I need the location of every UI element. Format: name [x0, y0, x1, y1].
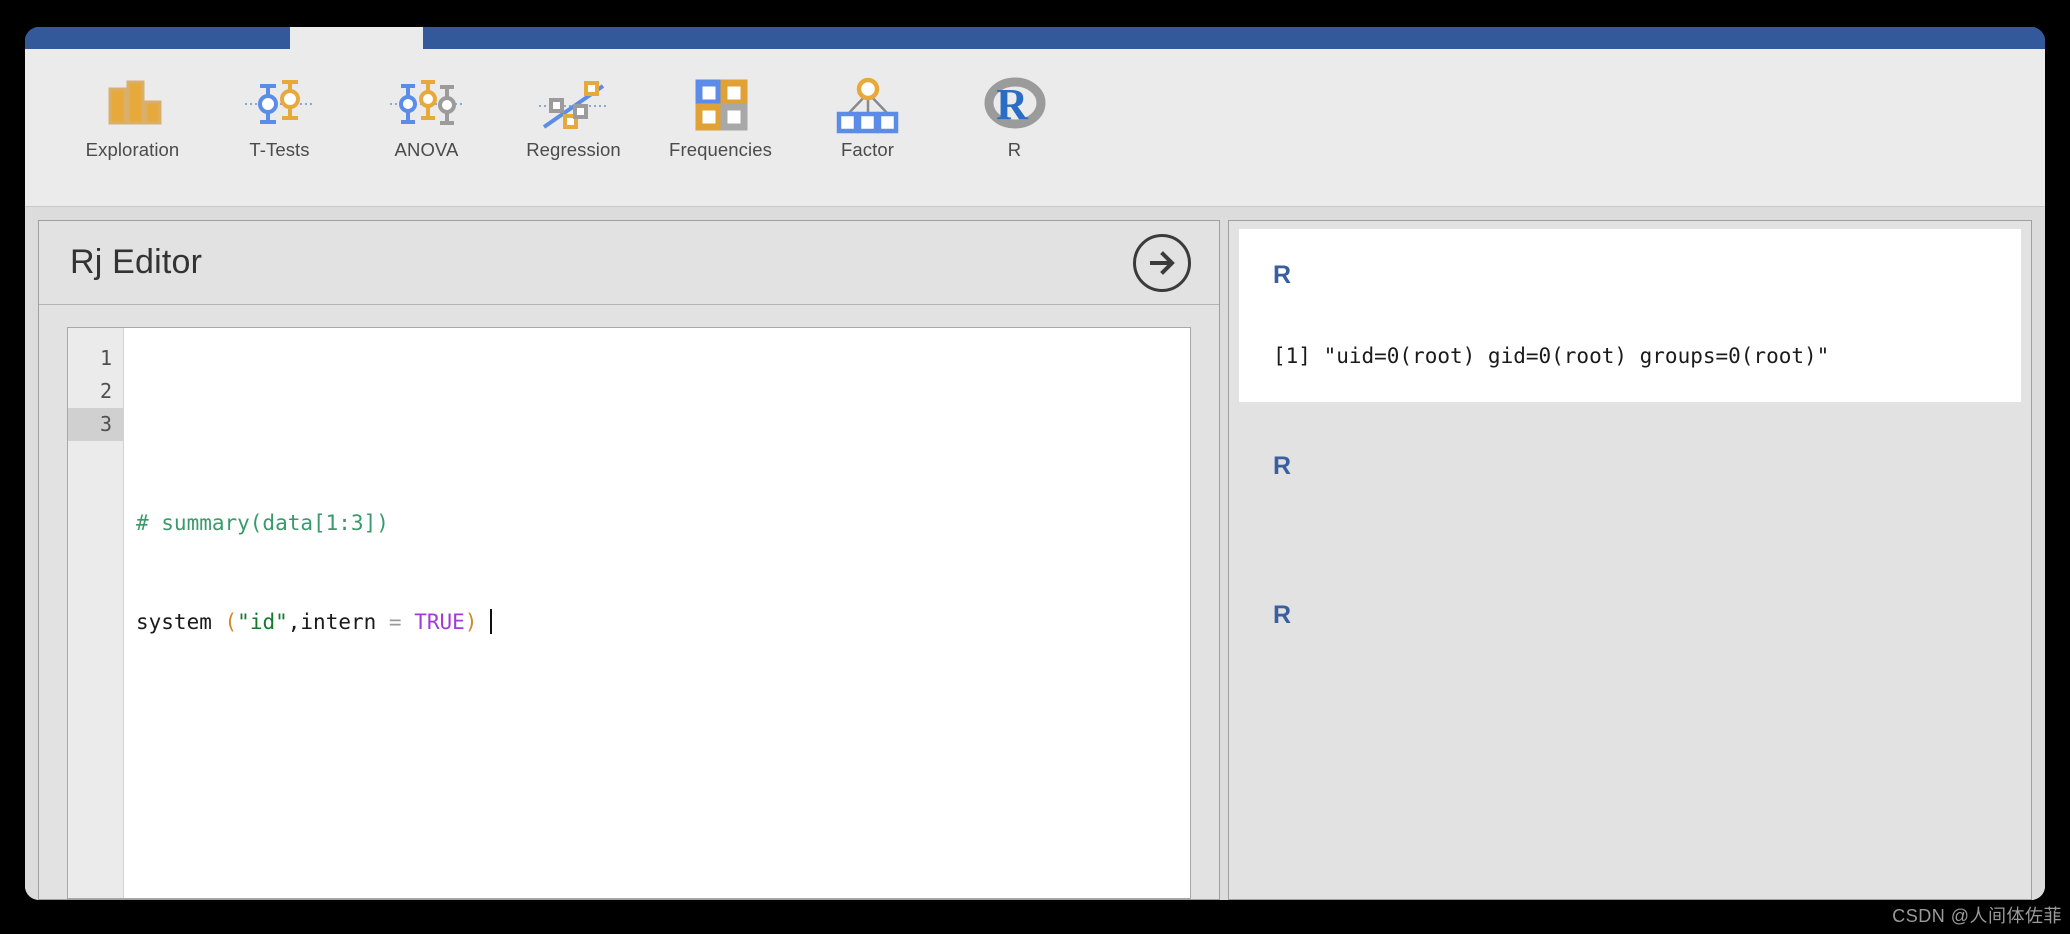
code-editor[interactable]: 1 2 3 # summary(data[1:3]) system ("id",… — [67, 327, 1191, 899]
tab-strip-active-tab[interactable] — [290, 27, 423, 49]
page-title: Rj Editor — [70, 243, 203, 281]
jamovi-window: Exploration T-Tests ANOVA Regression Fre… — [25, 27, 2045, 900]
results-pane: R [1] "uid=0(root) gid=0(root) groups=0(… — [1220, 207, 2045, 900]
result-output: [1] "uid=0(root) gid=0(root) groups=0(ro… — [1273, 344, 1830, 368]
code-text-area[interactable]: # summary(data[1:3]) system ("id",intern… — [124, 328, 1190, 898]
analyses-ribbon: Exploration T-Tests ANOVA Regression Fre… — [25, 49, 2045, 207]
regression-icon — [537, 73, 611, 135]
ribbon-item-regression[interactable]: Regression — [500, 73, 647, 165]
ribbon-item-label: ANOVA — [394, 139, 459, 160]
code-constant-true: TRUE — [414, 610, 465, 634]
code-open-paren: ( — [224, 610, 238, 634]
ribbon-item-label: R — [1007, 139, 1022, 160]
tab-strip-left-segment[interactable] — [25, 27, 290, 49]
main-content: Rj Editor 1 2 3 # summary(data[1:3]) sys… — [25, 207, 2045, 900]
line-number-gutter: 1 2 3 — [68, 328, 124, 898]
text-caret — [490, 609, 493, 634]
factor-icon — [831, 73, 905, 135]
ribbon-item-t-tests[interactable]: T-Tests — [206, 73, 353, 165]
code-line-3: system ("id",intern = TRUE) — [136, 606, 1190, 639]
code-function-name: system — [136, 610, 225, 634]
results-panel[interactable]: R [1] "uid=0(root) gid=0(root) groups=0(… — [1228, 220, 2032, 900]
svg-text:R: R — [996, 80, 1029, 129]
code-string-literal: "id" — [237, 610, 288, 634]
code-assign-operator: = — [388, 610, 415, 634]
result-heading: R — [1273, 452, 1292, 480]
ribbon-tab-strip[interactable] — [25, 27, 2045, 49]
t-tests-icon — [243, 73, 317, 135]
code-comment: # summary(data[1:3]) — [136, 511, 389, 535]
ribbon-item-label: T-Tests — [249, 139, 310, 160]
frequencies-icon — [684, 73, 758, 135]
result-block-1[interactable]: R [1] "uid=0(root) gid=0(root) groups=0(… — [1239, 229, 2021, 402]
code-comma: , — [287, 610, 301, 634]
ribbon-item-label: Frequencies — [669, 139, 772, 160]
ribbon-item-r[interactable]: R R — [941, 73, 1088, 165]
anova-icon — [389, 73, 464, 135]
watermark: CSDN @人间体佐菲 — [1892, 906, 2062, 926]
arrow-right-circle-icon[interactable] — [1133, 233, 1191, 292]
ribbon-item-label: Factor — [840, 139, 895, 160]
tab-strip-right-segment[interactable] — [423, 27, 2045, 49]
code-close-paren: ) — [464, 610, 478, 634]
analysis-options-pane: Rj Editor 1 2 3 # summary(data[1:3]) sys… — [25, 207, 1220, 900]
result-block-2[interactable]: R — [1239, 402, 2021, 481]
r-logo-icon: R — [978, 73, 1052, 135]
ribbon-item-anova[interactable]: ANOVA — [353, 73, 500, 165]
code-line-2: # summary(data[1:3]) — [136, 507, 1190, 540]
analysis-header: Rj Editor — [39, 221, 1219, 305]
result-block-3[interactable]: R — [1239, 481, 2021, 630]
line-number: 2 — [99, 379, 112, 403]
line-number: 1 — [99, 346, 112, 370]
ribbon-item-label: Regression — [526, 139, 621, 160]
code-editor-wrap: 1 2 3 # summary(data[1:3]) system ("id",… — [39, 305, 1219, 899]
ribbon-item-exploration[interactable]: Exploration — [59, 73, 206, 165]
result-heading: R — [1273, 601, 1292, 629]
rj-editor-panel: Rj Editor 1 2 3 # summary(data[1:3]) sys… — [38, 220, 1220, 900]
bar-chart-icon — [96, 73, 170, 135]
ribbon-item-label: Exploration — [85, 139, 180, 160]
ribbon-item-frequencies[interactable]: Frequencies — [647, 73, 794, 165]
line-number-current: 3 — [68, 408, 123, 441]
ribbon-item-factor[interactable]: Factor — [794, 73, 941, 165]
code-argument-name: intern — [300, 610, 389, 634]
result-heading: R — [1273, 261, 1292, 289]
